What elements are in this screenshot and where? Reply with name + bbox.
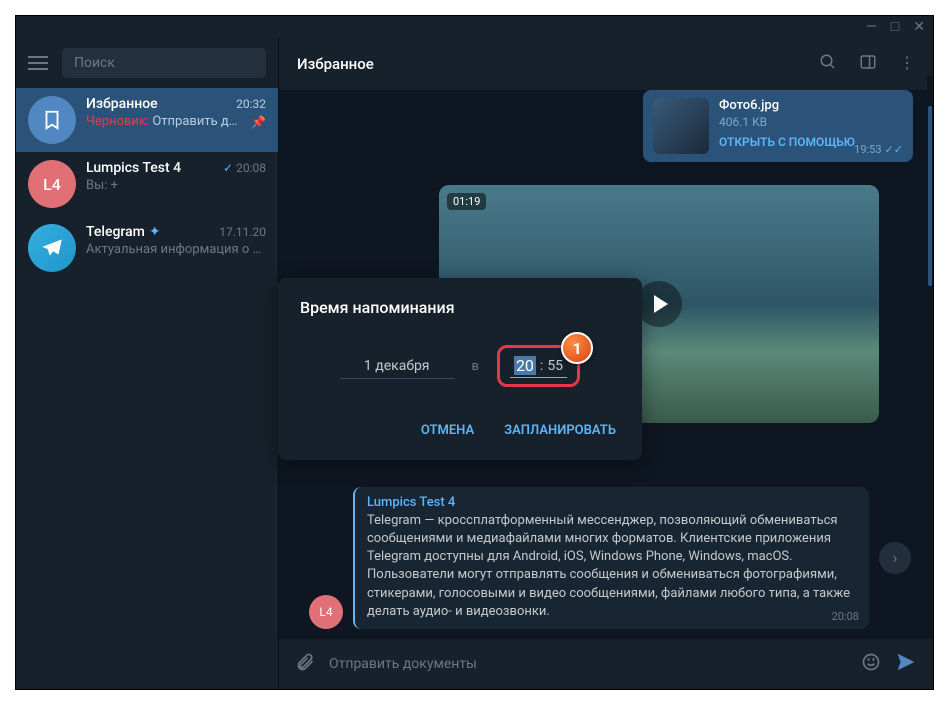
cancel-button[interactable]: ОТМЕНА bbox=[417, 415, 478, 446]
telegram-icon bbox=[28, 224, 76, 272]
chat-item[interactable]: Telegram ✦ 17.11.20 Актуальная информация… bbox=[16, 216, 278, 280]
next-button[interactable]: › bbox=[879, 542, 911, 574]
file-message[interactable]: Фото6.jpg 406.1 KB ОТКРЫТЬ С ПОМОЩЬЮ 19:… bbox=[643, 90, 913, 162]
verified-icon: ✦ bbox=[149, 224, 161, 240]
chat-item[interactable]: L4 Lumpics Test 4 ✓20:08 Вы: + bbox=[16, 152, 278, 216]
message-time: 20:08 bbox=[832, 610, 859, 623]
chat-time: 20:32 bbox=[236, 97, 266, 111]
message-bubble[interactable]: Lumpics Test 4 Telegram — кроссплатформе… bbox=[353, 487, 869, 629]
avatar: L4 bbox=[28, 160, 76, 208]
avatar: L4 bbox=[309, 595, 343, 629]
minimize-button[interactable]: — bbox=[866, 20, 877, 34]
sidebar-toggle-icon[interactable] bbox=[859, 53, 877, 75]
file-name: Фото6.jpg bbox=[719, 98, 903, 113]
chat-header: Избранное ⋮ bbox=[279, 38, 933, 90]
menu-icon[interactable] bbox=[28, 56, 48, 70]
scrollbar[interactable] bbox=[927, 76, 933, 639]
message-input[interactable]: Отправить документы bbox=[329, 656, 847, 672]
chat-preview: Актуальная информация о … bbox=[86, 242, 266, 257]
sidebar: Поиск Избранное 20:32 Черновик: Отправить… bbox=[16, 38, 278, 689]
date-input[interactable]: 1 декабря bbox=[340, 354, 454, 379]
file-thumbnail bbox=[653, 98, 709, 154]
modal-title: Время напоминания bbox=[300, 298, 620, 317]
reminder-modal: Время напоминания 1 декабря в 20 : 55 1 … bbox=[278, 278, 642, 460]
hour-field[interactable]: 20 bbox=[514, 356, 536, 375]
bookmark-icon bbox=[28, 96, 76, 144]
search-input[interactable]: Поиск bbox=[62, 48, 266, 78]
send-icon[interactable] bbox=[895, 651, 917, 677]
chat-list: Избранное 20:32 Черновик: Отправить д…📌 L… bbox=[16, 88, 278, 689]
chat-name: Избранное bbox=[86, 96, 158, 112]
forward-from: Lumpics Test 4 bbox=[367, 495, 857, 510]
chat-time: ✓20:08 bbox=[223, 161, 266, 175]
chat-title: Избранное bbox=[297, 55, 374, 73]
chat-time: 17.11.20 bbox=[219, 225, 266, 239]
chat-name: Telegram ✦ bbox=[86, 224, 161, 240]
more-icon[interactable]: ⋮ bbox=[899, 53, 915, 75]
video-duration: 01:19 bbox=[447, 193, 486, 210]
titlebar: — □ ✕ bbox=[16, 16, 933, 38]
play-icon[interactable] bbox=[636, 281, 682, 327]
close-button[interactable]: ✕ bbox=[913, 20, 925, 34]
pin-icon: 📌 bbox=[251, 115, 266, 129]
input-area: Отправить документы bbox=[279, 639, 933, 689]
emoji-icon[interactable] bbox=[861, 652, 881, 677]
maximize-button[interactable]: □ bbox=[891, 20, 899, 34]
time-input[interactable]: 20 : 55 bbox=[510, 354, 567, 378]
chat-item-saved[interactable]: Избранное 20:32 Черновик: Отправить д…📌 bbox=[16, 88, 278, 152]
minute-field[interactable]: 55 bbox=[547, 358, 563, 374]
schedule-button[interactable]: ЗАПЛАНИРОВАТЬ bbox=[500, 415, 620, 446]
annotation-badge: 1 bbox=[561, 332, 593, 364]
time-highlight: 20 : 55 1 bbox=[497, 345, 580, 387]
at-label: в bbox=[472, 359, 479, 374]
chat-preview: Черновик: Отправить д… bbox=[86, 114, 251, 129]
forwarded-message: L4 Lumpics Test 4 Telegram — кроссплатфо… bbox=[309, 487, 869, 629]
file-size: 406.1 KB bbox=[719, 115, 903, 129]
app-window: — □ ✕ Поиск Избранное 20:32 Черновик: Отп… bbox=[15, 15, 934, 690]
attach-icon[interactable] bbox=[295, 652, 315, 677]
message-time: 19:53 ✓✓ bbox=[854, 143, 903, 156]
message-text: Telegram — кроссплатформенный мессенджер… bbox=[367, 512, 857, 621]
chat-name: Lumpics Test 4 bbox=[86, 160, 181, 176]
chat-preview: Вы: + bbox=[86, 178, 266, 193]
search-icon[interactable] bbox=[819, 53, 837, 75]
